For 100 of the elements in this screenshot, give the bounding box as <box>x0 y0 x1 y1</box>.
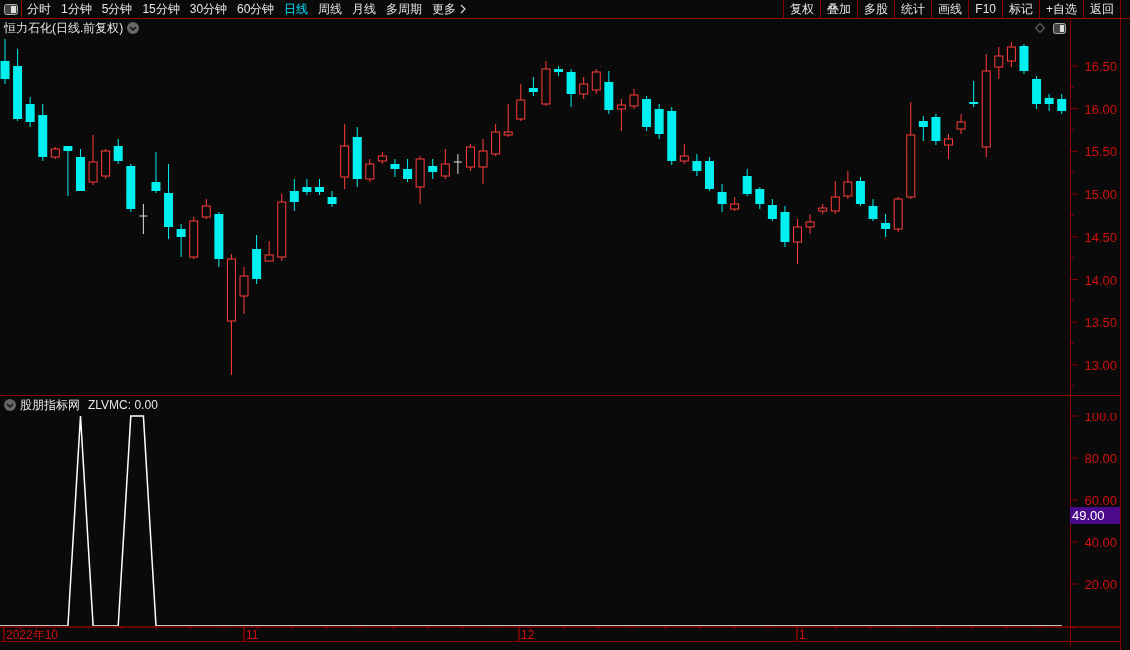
candlestick <box>717 183 727 213</box>
axis-label: 15.00 <box>1084 187 1117 203</box>
candlestick <box>591 68 601 95</box>
axis-label: 20.00 <box>1084 577 1117 592</box>
candlestick <box>881 213 891 238</box>
period-tab[interactable]: 周线 <box>313 0 348 18</box>
period-tab[interactable]: 5分钟 <box>96 0 138 18</box>
dropdown-icon[interactable] <box>127 22 140 34</box>
period-tab[interactable]: 60分钟 <box>232 0 280 18</box>
axis-label: 14.50 <box>1084 229 1117 245</box>
candlestick <box>893 196 903 233</box>
candlestick <box>478 138 488 185</box>
candlestick <box>302 178 312 196</box>
candlestick <box>969 80 979 108</box>
candlestick <box>705 156 714 192</box>
candlestick <box>516 83 526 122</box>
dropdown-icon[interactable] <box>4 398 16 411</box>
candlestick <box>868 198 878 222</box>
candlestick <box>176 223 186 258</box>
candlestick <box>956 113 966 135</box>
candlestick <box>63 145 73 197</box>
chevron-right-icon <box>460 4 467 14</box>
candlestick <box>76 148 85 192</box>
candlestick <box>767 198 777 222</box>
candlestick <box>252 234 262 285</box>
candlestick <box>289 178 299 212</box>
candlestick <box>0 38 10 85</box>
diamond-icon[interactable] <box>1035 23 1045 33</box>
candlestick <box>25 96 35 128</box>
date-label: 2022年10 <box>6 628 59 642</box>
candlestick <box>793 218 803 265</box>
candlestick <box>465 143 475 172</box>
candlestick <box>352 126 362 188</box>
candlestick <box>830 180 840 215</box>
candlestick <box>692 153 702 177</box>
candlestick <box>994 46 1004 80</box>
panel-toggle-icon[interactable] <box>1053 22 1066 34</box>
period-tab[interactable]: 1分钟 <box>56 0 97 18</box>
candlestick <box>101 148 111 180</box>
candlestick <box>742 168 752 197</box>
chart-title: 恒力石化(日线.前复权) <box>4 20 124 37</box>
candlestick <box>566 68 576 108</box>
candlestick <box>264 240 274 262</box>
axis-label: 16.00 <box>1084 101 1117 117</box>
candlestick <box>50 146 60 160</box>
candlestick <box>327 190 337 208</box>
cursor-value-label: 49.00 <box>1070 507 1120 524</box>
indicator-legend: ZLVMC: 0.00 <box>88 395 158 414</box>
candlestick <box>440 148 450 180</box>
candlestick <box>667 106 677 166</box>
candlestick <box>377 151 387 165</box>
candlestick <box>1057 93 1067 115</box>
axis-label: 16.50 <box>1084 59 1117 74</box>
axis-label: 15.50 <box>1084 144 1117 160</box>
candlestick <box>277 193 287 262</box>
candlestick <box>365 158 375 183</box>
candlestick <box>428 158 438 180</box>
period-tab[interactable]: 15分钟 <box>137 0 185 18</box>
axis-label: 80.00 <box>1084 451 1117 466</box>
candlestick <box>113 138 123 165</box>
period-tab[interactable]: 多周期 <box>381 0 428 18</box>
candlestick <box>1044 93 1054 112</box>
date-label: 12 <box>521 628 535 642</box>
candlestick <box>579 76 589 100</box>
candlestick <box>855 176 865 207</box>
candlestick <box>918 115 928 142</box>
period-tab[interactable]: 分时 <box>22 0 56 18</box>
candlestick <box>730 196 740 212</box>
candlestick <box>541 60 551 107</box>
candlestick <box>88 134 98 186</box>
date-label: 1 <box>799 628 806 642</box>
candlestick <box>151 151 161 194</box>
candlestick <box>818 203 828 215</box>
period-tab[interactable]: 日线 <box>279 0 314 18</box>
candlestick <box>189 216 199 260</box>
more-button[interactable]: 更多 <box>427 0 472 18</box>
candlestick <box>679 143 689 165</box>
candlestick <box>38 103 48 162</box>
candlestick <box>390 158 400 178</box>
candlestick <box>138 203 148 235</box>
period-tab[interactable]: 30分钟 <box>184 0 233 18</box>
candlestick <box>415 155 425 205</box>
candlestick <box>843 170 853 200</box>
date-label: 11 <box>246 628 259 642</box>
candlestick <box>805 213 815 235</box>
candlestick <box>503 103 513 138</box>
candlestick <box>491 123 501 157</box>
candlestick <box>528 76 538 97</box>
period-tab[interactable]: 月线 <box>347 0 382 18</box>
candlestick <box>315 178 324 196</box>
candlestick <box>554 65 563 77</box>
candlestick <box>403 158 413 183</box>
axis-label: 13.50 <box>1084 315 1117 331</box>
candlestick <box>1032 75 1042 110</box>
candlestick <box>755 186 765 210</box>
candlestick <box>629 88 639 110</box>
candlestick <box>340 123 350 190</box>
axis-label: 60.00 <box>1084 493 1117 508</box>
axis-label: 13.00 <box>1084 357 1117 373</box>
candlestick <box>616 98 626 132</box>
